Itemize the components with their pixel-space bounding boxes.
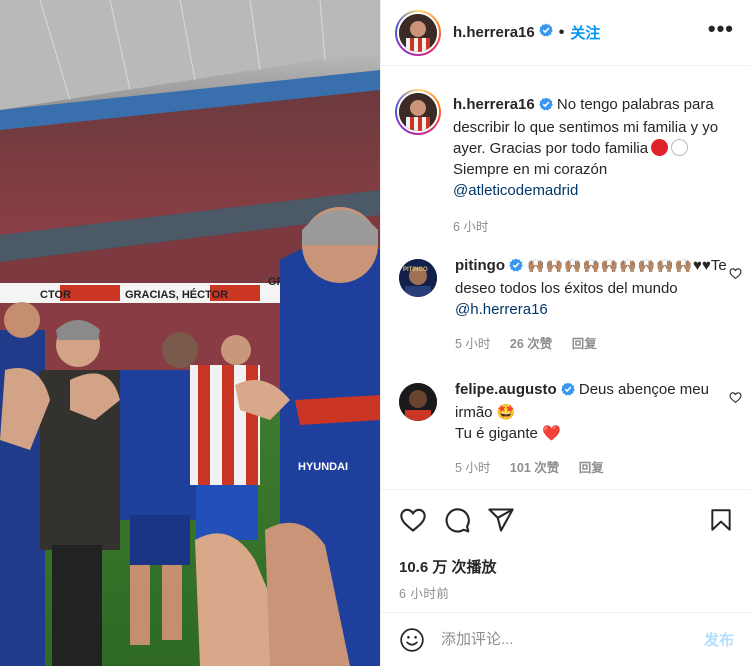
comment-text-line2: Tu é gigante (455, 425, 538, 442)
commenter-avatar[interactable]: PITINGO (395, 255, 441, 301)
comment-bubble-icon[interactable] (443, 506, 471, 534)
caption-mention-link[interactable]: @atleticodemadrid (453, 182, 578, 199)
comment-username[interactable]: felipe.augusto (455, 381, 557, 398)
add-comment-bar: 发布 (381, 612, 750, 666)
comment-item: felipe.augusto Deus abençoe meu irmão 🤩 … (381, 379, 750, 479)
post-time[interactable]: 6 小时前 (399, 583, 734, 602)
comment-likes[interactable]: 26 次赞 (510, 337, 552, 351)
like-comment-heart-icon[interactable] (729, 267, 742, 285)
banner-center: GRACIAS, HÉCTOR (125, 288, 228, 301)
like-heart-icon[interactable] (399, 506, 427, 534)
caption-time[interactable]: 6 小时 (453, 220, 488, 234)
comment-time[interactable]: 5 小时 (455, 461, 490, 475)
author-avatar[interactable] (395, 9, 441, 56)
caption-meta: 6 小时 (453, 217, 734, 238)
verified-badge-icon (539, 23, 553, 42)
comment-mention-link[interactable]: @h.herrera16 (455, 301, 548, 318)
caption-body: h.herrera16 No tengo palabras para descr… (453, 94, 734, 238)
comment-meta: 5 小时 101 次赞 回复 (455, 458, 734, 479)
post-header: h.herrera16 • 关注 ••• (381, 0, 750, 66)
comment-body: pitingo 🙌🏽🙌🏽🙌🏽🙌🏽🙌🏽🙌🏽🙌🏽🙌🏽🙌🏽♥♥Te deseo tod… (455, 255, 734, 355)
comment-item: PITINGO pitingo 🙌🏽🙌🏽🙌🏽🙌🏽🙌🏽🙌🏽🙌🏽🙌🏽🙌🏽♥♥Te d… (381, 255, 750, 355)
comment-likes[interactable]: 101 次赞 (510, 461, 559, 475)
post-actions: 10.6 万 次播放 6 小时前 (381, 489, 750, 601)
post-comment-button[interactable]: 发布 (704, 629, 734, 650)
comment-time[interactable]: 5 小时 (455, 337, 490, 351)
comment-input[interactable] (441, 631, 704, 648)
star-struck-emoji: 🤩 (496, 404, 516, 421)
avatar-image (399, 93, 437, 131)
comment-username[interactable]: pitingo (455, 257, 505, 274)
stadium-scene: CTOR GRACIAS, HÉCTOR GRACIAS (0, 0, 380, 666)
follow-button[interactable]: 关注 (570, 22, 600, 43)
comments-list[interactable]: h.herrera16 No tengo palabras para descr… (381, 67, 750, 489)
caption-text-line2: Siempre en mi corazón (453, 161, 608, 178)
action-icons (399, 504, 734, 536)
svg-text:PITINGO: PITINGO (403, 267, 428, 273)
heart-emoji: ❤️ (542, 425, 561, 442)
verified-badge-icon (509, 257, 523, 278)
verified-badge-icon (539, 96, 553, 117)
avatar-image (399, 13, 437, 52)
banner-left: CTOR (40, 289, 71, 301)
sponsor-logo-text: HYUNDAI (298, 461, 348, 473)
header-separator: • (558, 23, 565, 41)
share-send-icon[interactable] (487, 506, 515, 534)
avatar-image: PITINGO (399, 259, 437, 297)
emoji-smiley-icon[interactable] (399, 627, 425, 653)
caption-item: h.herrera16 No tengo palabras para descr… (381, 89, 750, 238)
commenter-avatar[interactable] (395, 379, 441, 425)
more-options-button[interactable]: ••• (708, 17, 734, 48)
comment-emoji: 🙌🏽🙌🏽🙌🏽🙌🏽🙌🏽🙌🏽🙌🏽🙌🏽🙌🏽 (527, 257, 694, 273)
like-comment-heart-icon[interactable] (729, 391, 742, 409)
reply-button[interactable]: 回复 (572, 337, 597, 351)
verified-badge-icon (560, 381, 575, 402)
white-circle-icon (671, 139, 689, 156)
caption-username[interactable]: h.herrera16 (453, 96, 535, 113)
red-circle-icon (651, 139, 669, 156)
reply-button[interactable]: 回复 (579, 461, 604, 475)
comment-body: felipe.augusto Deus abençoe meu irmão 🤩 … (455, 379, 734, 479)
caption-avatar[interactable] (395, 89, 441, 135)
author-username[interactable]: h.herrera16 (453, 24, 535, 41)
avatar-image (399, 383, 437, 421)
comment-meta: 5 小时 26 次赞 回复 (455, 334, 734, 355)
view-count: 10.6 万 次播放 (399, 559, 497, 576)
save-bookmark-icon[interactable] (708, 506, 734, 534)
post-video[interactable]: CTOR GRACIAS, HÉCTOR GRACIAS (0, 0, 380, 666)
post-details-panel: h.herrera16 • 关注 ••• h.herrera16 No teng… (380, 0, 750, 666)
